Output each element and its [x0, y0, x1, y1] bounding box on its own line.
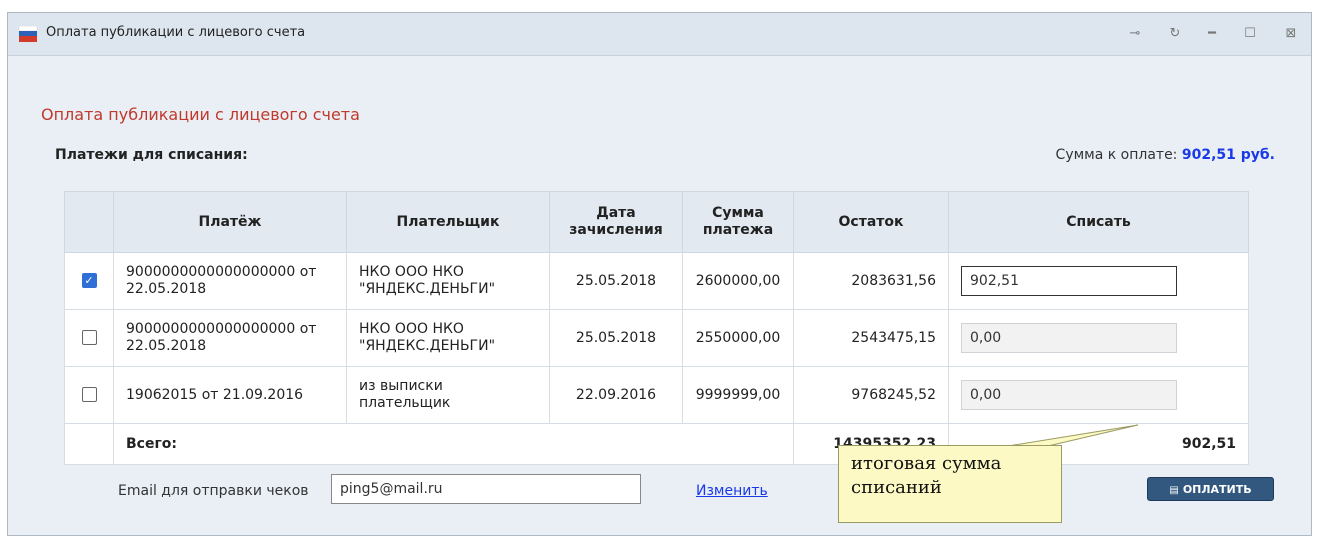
table-row: 19062015 от 21.09.2016 из выписки платель…	[64, 366, 1249, 424]
pay-icon: ▤	[1169, 485, 1179, 496]
row-checkbox[interactable]	[81, 330, 97, 345]
total-row: Всего: 14395352,23 902,51	[64, 423, 1249, 465]
page-heading: Оплата публикации с лицевого счета	[41, 105, 360, 124]
payment-cell: 9000000000000000000 от 22.05.2018	[113, 309, 347, 367]
close-icon[interactable]: ⊠	[1282, 25, 1300, 43]
total-empty-cell	[64, 423, 114, 465]
sum-label: Сумма к оплате:	[1055, 147, 1178, 163]
total-label: Всего:	[113, 423, 794, 465]
row-select-cell: ✓	[64, 252, 114, 310]
remainder-cell: 2083631,56	[793, 252, 949, 310]
date-cell: 22.09.2016	[549, 366, 683, 424]
sum-to-pay: Сумма к оплате: 902,51 руб.	[1056, 147, 1275, 163]
row-select-cell	[64, 309, 114, 367]
pay-button-label: ОПЛАТИТЬ	[1182, 483, 1252, 496]
refresh-icon[interactable]: ↻	[1166, 25, 1184, 43]
maximize-icon[interactable]: ☐	[1241, 25, 1259, 43]
callout-line-1: итоговая сумма	[851, 453, 1002, 474]
window-title: Оплата публикации с лицевого счета	[46, 25, 306, 40]
payments-table: Платёж Плательщик Дата зачисления Сумма пл…	[64, 191, 1249, 465]
writeoff-cell	[948, 252, 1249, 310]
sum-value: 902,51 руб.	[1181, 147, 1275, 163]
header-remainder: Остаток	[793, 191, 949, 253]
payment-cell: 9000000000000000000 от 22.05.2018	[113, 252, 347, 310]
remainder-cell: 2543475,15	[793, 309, 949, 367]
header-amount: Сумма платежа	[682, 191, 794, 253]
header-date: Дата зачисления	[549, 191, 683, 253]
amount-cell: 2550000,00	[682, 309, 794, 367]
writeoff-cell	[948, 366, 1249, 424]
writeoff-cell	[948, 309, 1249, 367]
header-writeoff: Списать	[948, 191, 1249, 253]
table-row: 9000000000000000000 от 22.05.2018 НКО ООО…	[64, 309, 1249, 367]
writeoff-input[interactable]	[961, 323, 1177, 353]
amount-cell: 2600000,00	[682, 252, 794, 310]
payer-cell: НКО ООО НКО "ЯНДЕКС.ДЕНЬГИ"	[346, 252, 550, 310]
email-input[interactable]	[331, 474, 641, 504]
table-row: ✓ 9000000000000000000 от 22.05.2018 НКО О…	[64, 252, 1249, 310]
payer-cell: из выписки плательщик	[346, 366, 550, 424]
payer-cell: НКО ООО НКО "ЯНДЕКС.ДЕНЬГИ"	[346, 309, 550, 367]
payment-dialog: Оплата публикации с лицевого счета ⊸ ↻ ━…	[7, 12, 1312, 536]
email-label: Email для отправки чеков	[118, 483, 309, 499]
pay-button[interactable]: ▤ ОПЛАТИТЬ	[1147, 477, 1274, 501]
row-select-cell	[64, 366, 114, 424]
table-header-row: Платёж Плательщик Дата зачисления Сумма пл…	[64, 191, 1249, 253]
header-select	[64, 191, 114, 253]
date-cell: 25.05.2018	[549, 252, 683, 310]
row-checkbox[interactable]: ✓	[81, 273, 97, 288]
date-cell: 25.05.2018	[549, 309, 683, 367]
payments-label: Платежи для списания:	[55, 147, 248, 163]
title-bar: Оплата публикации с лицевого счета ⊸ ↻ ━…	[8, 13, 1311, 56]
pin-icon[interactable]: ⊸	[1126, 25, 1144, 43]
row-checkbox[interactable]	[81, 387, 97, 402]
writeoff-input[interactable]	[961, 266, 1177, 296]
header-payer: Плательщик	[346, 191, 550, 253]
payment-cell: 19062015 от 21.09.2016	[113, 366, 347, 424]
dialog-content: Оплата публикации с лицевого счета Плате…	[9, 57, 1310, 534]
change-email-link[interactable]: Изменить	[696, 483, 768, 499]
header-payment: Платёж	[113, 191, 347, 253]
amount-cell: 9999999,00	[682, 366, 794, 424]
remainder-cell: 9768245,52	[793, 366, 949, 424]
writeoff-input[interactable]	[961, 380, 1177, 410]
app-logo-icon	[19, 26, 37, 42]
callout-line-2: списаний	[851, 477, 942, 498]
callout-note: итоговая сумма списаний	[838, 445, 1062, 523]
minimize-icon[interactable]: ━	[1203, 25, 1221, 43]
